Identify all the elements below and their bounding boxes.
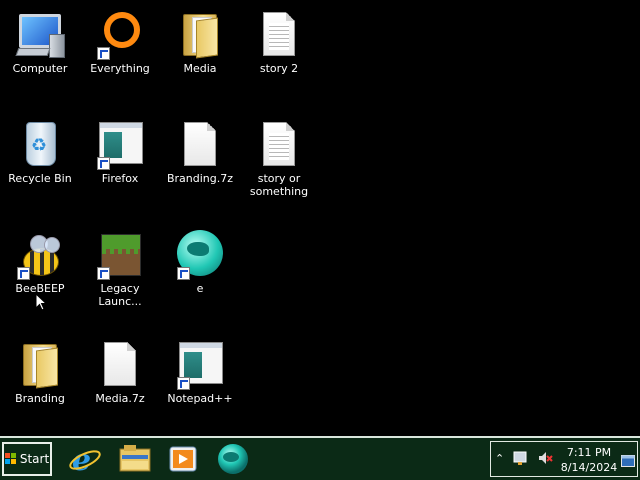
archive-file-icon — [175, 120, 225, 170]
shortcut-arrow-icon — [97, 267, 110, 280]
taskbar: Start e ⌃ 7:11 PM 8/14/2024 — [0, 436, 640, 480]
desktop: Computer Everything Media story 2 Recycl… — [0, 0, 640, 480]
clock-time: 7:11 PM — [566, 446, 612, 459]
desktop-icon-label: Notepad++ — [167, 392, 233, 405]
clock[interactable]: 7:11 PM 8/14/2024 — [559, 445, 619, 475]
desktop-icon-label: Media — [183, 62, 217, 75]
desktop-icon-branding-7z[interactable]: Branding.7z — [160, 114, 240, 204]
bee-icon — [15, 230, 65, 280]
desktop-icon-story-or-something[interactable]: story or something — [239, 114, 319, 204]
desktop-icon-media-7z[interactable]: Media.7z — [80, 334, 160, 424]
folder-icon — [15, 340, 65, 390]
desktop-icon-label: Branding — [15, 392, 65, 405]
desktop-icon-label: Legacy Launc... — [98, 282, 142, 308]
desktop-icon-computer[interactable]: Computer — [0, 4, 80, 94]
shortcut-arrow-icon — [177, 377, 190, 390]
clock-date: 8/14/2024 — [560, 461, 618, 474]
file-explorer-icon[interactable] — [118, 443, 152, 475]
desktop-icon-label: Recycle Bin — [8, 172, 72, 185]
desktop-icon-label: Media.7z — [95, 392, 145, 405]
system-tray: ⌃ 7:11 PM 8/14/2024 — [490, 441, 638, 477]
minecraft-block-icon — [95, 230, 145, 280]
computer-icon — [15, 10, 65, 60]
windows-logo-icon — [4, 453, 17, 465]
shortcut-arrow-icon — [97, 47, 110, 60]
desktop-icon-firefox[interactable]: Firefox — [80, 114, 160, 204]
shortcut-arrow-icon — [97, 157, 110, 170]
everything-icon — [95, 10, 145, 60]
e-app-icon — [175, 230, 225, 280]
e-app-icon[interactable] — [216, 443, 250, 475]
desktop-icon-label: Everything — [90, 62, 150, 75]
desktop-icon-branding-folder[interactable]: Branding — [0, 334, 80, 424]
desktop-icon-notepad-plus-plus[interactable]: Notepad++ — [160, 334, 240, 424]
network-icon[interactable] — [513, 450, 527, 466]
show-hidden-icons-icon[interactable]: ⌃ — [495, 452, 504, 465]
desktop-icon-everything[interactable]: Everything — [80, 4, 160, 94]
desktop-icon-story-2[interactable]: story 2 — [239, 4, 319, 94]
desktop-icon-label: story or something — [249, 172, 309, 198]
desktop-icon-label: Firefox — [101, 172, 139, 185]
volume-muted-icon[interactable] — [537, 450, 553, 466]
archive-file-icon — [95, 340, 145, 390]
notepad-plus-plus-icon — [175, 340, 225, 390]
start-label: Start — [19, 452, 50, 466]
recycle-bin-icon — [15, 120, 65, 170]
desktop-icon-legacy-launcher[interactable]: Legacy Launc... — [80, 224, 160, 314]
start-button[interactable]: Start — [2, 442, 52, 476]
desktop-icon-label: Computer — [12, 62, 68, 75]
text-file-icon — [254, 10, 304, 60]
text-file-icon — [254, 120, 304, 170]
internet-explorer-icon[interactable]: e — [68, 443, 102, 478]
firefox-icon — [95, 120, 145, 170]
desktop-icon-label: Branding.7z — [166, 172, 234, 185]
desktop-icon-recycle-bin[interactable]: Recycle Bin — [0, 114, 80, 204]
shortcut-arrow-icon — [17, 267, 30, 280]
folder-icon — [175, 10, 225, 60]
desktop-icon-media-folder[interactable]: Media — [160, 4, 240, 94]
media-player-icon[interactable] — [166, 443, 200, 475]
shortcut-arrow-icon — [177, 267, 190, 280]
show-desktop-icon[interactable] — [621, 452, 635, 467]
desktop-icon-label: e — [196, 282, 204, 295]
desktop-icon-e[interactable]: e — [160, 224, 240, 314]
desktop-icon-label: story 2 — [259, 62, 299, 75]
